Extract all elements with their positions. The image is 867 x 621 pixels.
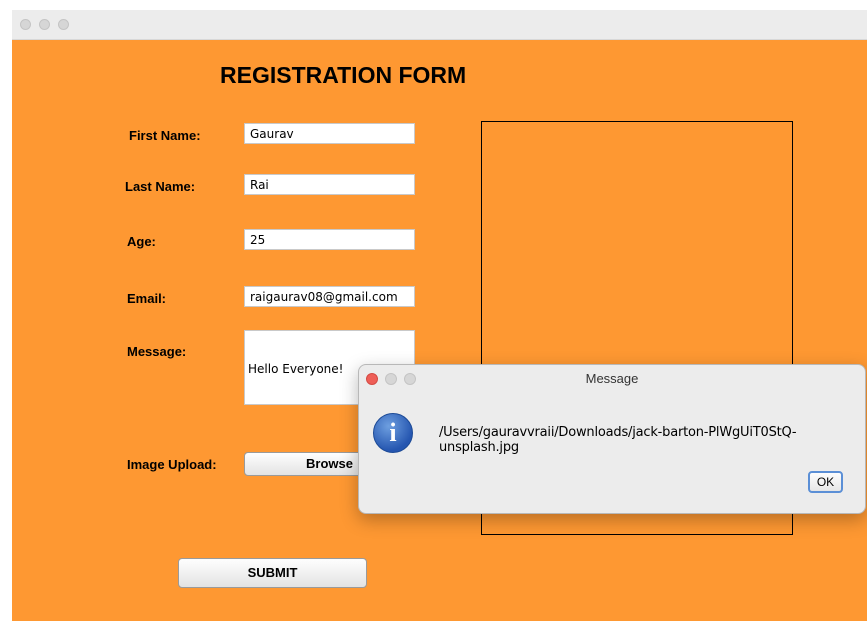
last-name-label: Last Name: <box>125 179 196 194</box>
info-icon: i <box>373 413 413 453</box>
image-upload-label: Image Upload: <box>127 457 217 472</box>
dialog-title: Message <box>585 371 639 386</box>
app-window: REGISTRATION FORM First Name: Gaurav Las… <box>12 10 867 621</box>
message-label: Message: <box>127 344 187 359</box>
close-window-button[interactable] <box>20 19 31 30</box>
last-name-field[interactable]: Rai <box>244 174 415 195</box>
minimize-window-button[interactable] <box>39 19 50 30</box>
first-name-field[interactable]: Gaurav <box>244 123 415 144</box>
age-field[interactable]: 25 <box>244 229 415 250</box>
submit-button[interactable]: SUBMIT <box>178 558 367 588</box>
email-label: Email: <box>127 291 167 306</box>
dialog-message: /Users/gauravvraii/Downloads/jack-barton… <box>439 425 797 455</box>
first-name-label: First Name: <box>129 128 201 143</box>
ok-button[interactable]: OK <box>808 471 843 493</box>
age-label: Age: <box>127 234 156 249</box>
form-title: REGISTRATION FORM <box>220 62 467 88</box>
window-titlebar <box>12 10 867 40</box>
zoom-window-button[interactable] <box>58 19 69 30</box>
message-dialog: Message i /Users/gauravvraii/Downloads/j… <box>358 364 866 514</box>
email-field[interactable]: raigaurav08@gmail.com <box>244 286 415 307</box>
